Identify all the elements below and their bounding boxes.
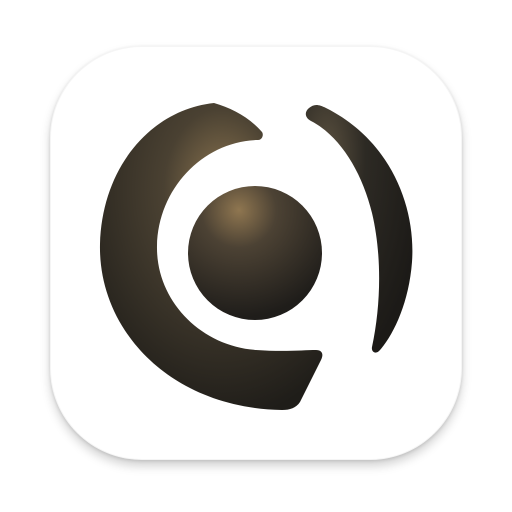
right-crescent-shape xyxy=(305,105,413,353)
icon-canvas xyxy=(0,0,512,512)
center-ball-shape xyxy=(188,186,322,320)
abstract-c-ring-icon xyxy=(99,103,413,410)
